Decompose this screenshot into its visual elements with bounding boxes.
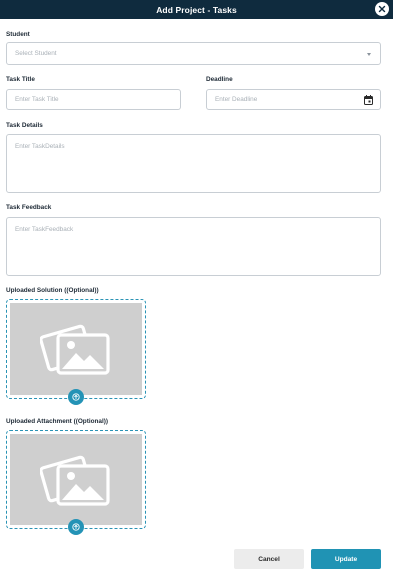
student-label: Student	[6, 31, 30, 38]
deadline-label: Deadline	[206, 76, 233, 83]
student-select[interactable]: Select Student	[6, 42, 381, 65]
close-button[interactable]	[375, 2, 389, 16]
task-details-textarea[interactable]: Enter TaskDetails	[6, 134, 381, 193]
uploaded-solution-dropzone[interactable]	[6, 299, 146, 405]
modal-header: Add Project - Tasks	[0, 0, 393, 19]
modal-title: Add Project - Tasks	[156, 4, 237, 15]
uploaded-solution-preview	[10, 303, 142, 395]
student-select-value: Select Student	[15, 50, 57, 57]
cancel-button[interactable]: Cancel	[234, 549, 304, 569]
chevron-down-icon	[367, 52, 371, 56]
upload-solution-button[interactable]	[68, 389, 84, 405]
deadline-placeholder: Enter Deadline	[215, 96, 258, 103]
uploaded-solution-label: Uploaded Solution ((Optional))	[6, 287, 99, 294]
image-placeholder-icon	[40, 455, 110, 506]
upload-icon	[72, 523, 80, 531]
task-title-input[interactable]: Enter Task Title	[6, 89, 181, 110]
task-feedback-placeholder: Enter TaskFeedback	[15, 226, 74, 233]
calendar-icon[interactable]	[364, 95, 373, 105]
uploaded-attachment-dropzone[interactable]	[6, 430, 146, 535]
upload-attachment-button[interactable]	[68, 519, 84, 535]
task-title-label: Task Title	[6, 76, 35, 83]
upload-icon	[72, 393, 80, 401]
update-button[interactable]: Update	[311, 549, 381, 569]
task-feedback-textarea[interactable]: Enter TaskFeedback	[6, 217, 381, 276]
uploaded-attachment-label: Uploaded Attachment ((Optional))	[6, 418, 109, 425]
image-placeholder-icon	[40, 324, 110, 375]
task-feedback-label: Task Feedback	[6, 204, 52, 211]
task-title-placeholder: Enter Task Title	[15, 96, 59, 103]
task-details-label: Task Details	[6, 122, 43, 129]
task-details-placeholder: Enter TaskDetails	[15, 143, 65, 150]
close-icon	[378, 5, 386, 13]
uploaded-attachment-preview	[10, 434, 142, 525]
deadline-input[interactable]: Enter Deadline	[206, 89, 381, 110]
